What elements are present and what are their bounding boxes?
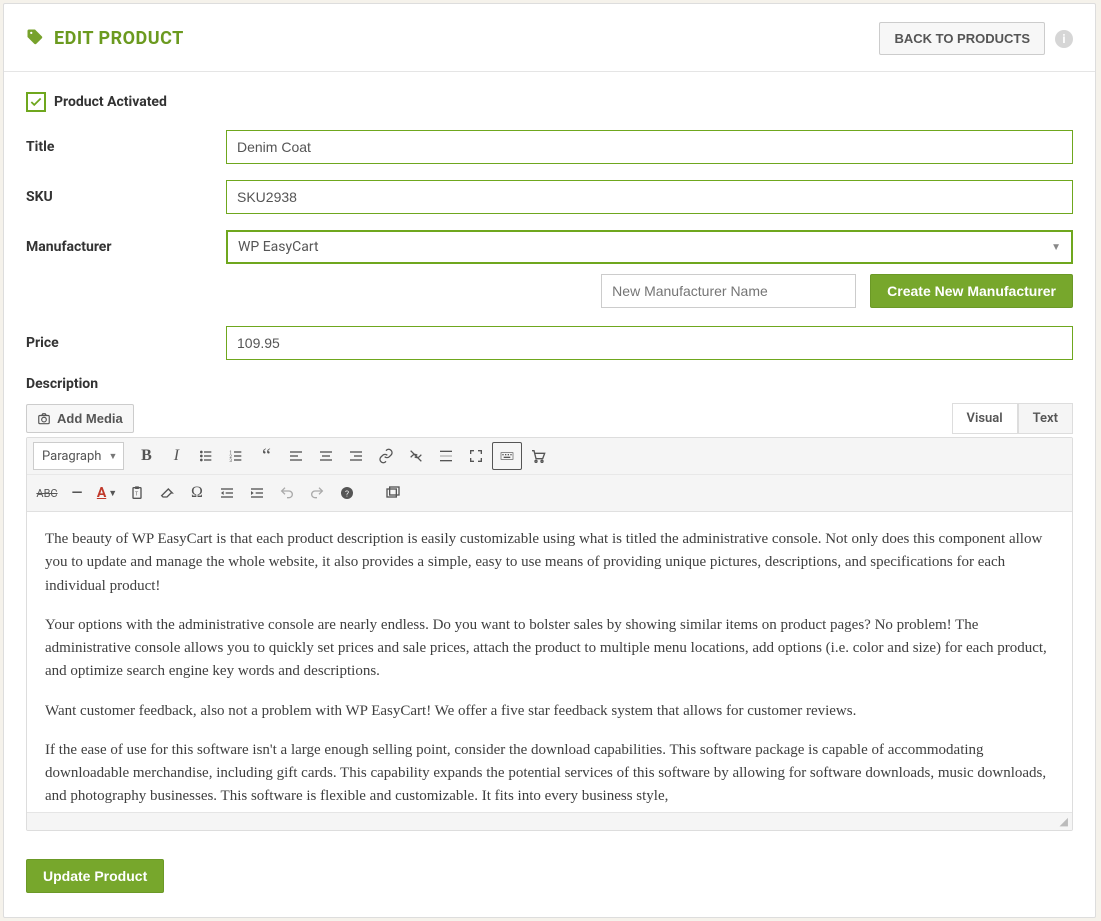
product-activated-checkbox[interactable] — [26, 92, 46, 112]
editor-content[interactable]: The beauty of WP EasyCart is that each p… — [27, 512, 1072, 812]
info-icon[interactable]: i — [1055, 30, 1073, 48]
sku-label: SKU — [26, 189, 226, 205]
create-manufacturer-button[interactable]: Create New Manufacturer — [870, 274, 1073, 308]
chevron-down-icon: ▼ — [1051, 242, 1061, 253]
align-left-icon[interactable] — [282, 442, 310, 470]
italic-icon[interactable]: I — [162, 442, 190, 470]
panel-footer: Update Product — [4, 841, 1095, 917]
rich-text-editor: Paragraph ▼ B I 123 “ — [26, 437, 1073, 831]
description-p1: The beauty of WP EasyCart is that each p… — [45, 528, 1054, 598]
add-media-button[interactable]: Add Media — [26, 404, 134, 433]
align-center-icon[interactable] — [312, 442, 340, 470]
svg-text:T: T — [135, 492, 139, 498]
description-label: Description — [26, 376, 1073, 392]
outdent-icon[interactable] — [213, 479, 241, 507]
panel-body: Product Activated Title SKU Manufacturer… — [4, 72, 1095, 841]
gallery-icon[interactable] — [379, 479, 407, 507]
indent-icon[interactable] — [243, 479, 271, 507]
manufacturer-select[interactable]: WP EasyCart ▼ — [226, 230, 1073, 264]
back-to-products-button[interactable]: BACK TO PRODUCTS — [879, 22, 1045, 55]
camera-icon — [37, 412, 51, 426]
bold-icon[interactable]: B — [132, 442, 160, 470]
description-p4: If the ease of use for this software isn… — [45, 739, 1054, 809]
cart-icon[interactable] — [524, 442, 552, 470]
svg-text:?: ? — [345, 489, 349, 499]
format-select[interactable]: Paragraph ▼ — [33, 442, 124, 470]
update-product-button[interactable]: Update Product — [26, 859, 164, 893]
paste-icon[interactable]: T — [123, 479, 151, 507]
price-input[interactable] — [226, 326, 1073, 360]
description-p2: Your options with the administrative con… — [45, 614, 1054, 684]
edit-product-panel: EDIT PRODUCT BACK TO PRODUCTS i Product … — [3, 3, 1096, 918]
undo-icon[interactable] — [273, 479, 301, 507]
link-icon[interactable] — [372, 442, 400, 470]
align-right-icon[interactable] — [342, 442, 370, 470]
ul-icon[interactable] — [192, 442, 220, 470]
description-p3: Want customer feedback, also not a probl… — [45, 700, 1054, 723]
redo-icon[interactable] — [303, 479, 331, 507]
hr-icon[interactable]: — — [63, 479, 91, 507]
readmore-icon[interactable] — [432, 442, 460, 470]
page-title: EDIT PRODUCT — [54, 28, 184, 49]
tag-icon — [26, 28, 44, 50]
manufacturer-value: WP EasyCart — [238, 239, 319, 255]
tab-text[interactable]: Text — [1018, 403, 1073, 434]
title-input[interactable] — [226, 130, 1073, 164]
ol-icon[interactable]: 123 — [222, 442, 250, 470]
specialchar-icon[interactable]: Ω — [183, 479, 211, 507]
eraser-icon[interactable] — [153, 479, 181, 507]
quote-icon[interactable]: “ — [252, 442, 280, 470]
editor-tabs: Visual Text — [952, 403, 1073, 434]
chevron-down-icon: ▼ — [109, 451, 118, 462]
resize-handle[interactable]: ◢ — [27, 812, 1072, 830]
panel-header: EDIT PRODUCT BACK TO PRODUCTS i — [4, 4, 1095, 72]
keyboard-icon[interactable] — [492, 442, 522, 470]
help-icon[interactable]: ? — [333, 479, 361, 507]
sku-input[interactable] — [226, 180, 1073, 214]
new-manufacturer-input[interactable] — [601, 274, 856, 308]
unlink-icon[interactable] — [402, 442, 430, 470]
product-activated-label: Product Activated — [54, 94, 167, 110]
price-label: Price — [26, 335, 226, 351]
title-label: Title — [26, 139, 226, 155]
textcolor-icon[interactable]: A▼ — [93, 479, 121, 507]
strike-icon[interactable]: ABC — [33, 479, 61, 507]
tab-visual[interactable]: Visual — [952, 403, 1018, 434]
editor-toolbar: Paragraph ▼ B I 123 “ — [27, 438, 1072, 512]
fullscreen-icon[interactable] — [462, 442, 490, 470]
svg-text:3: 3 — [230, 458, 233, 464]
manufacturer-label: Manufacturer — [26, 239, 226, 255]
